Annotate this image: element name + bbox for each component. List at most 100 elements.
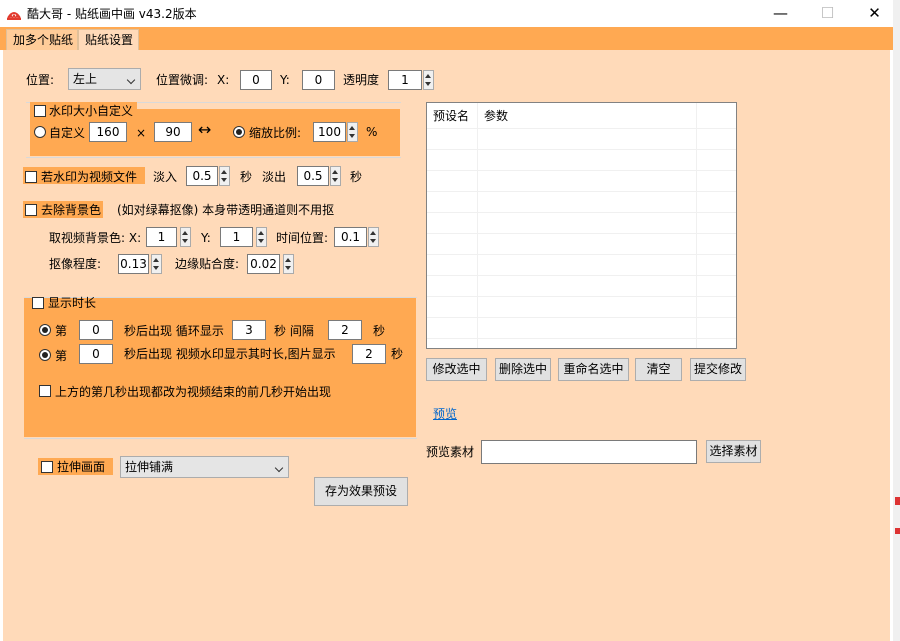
pick-y-input[interactable]: 1 — [220, 227, 253, 247]
fade-in-unit: 秒 — [240, 170, 253, 184]
fade-in-spinner[interactable] — [219, 166, 230, 186]
edge-fit-label: 边缘贴合度: — [175, 257, 240, 271]
pick-y-label: Y: — [201, 231, 211, 245]
maximize-button[interactable]: ☐ — [805, 0, 850, 27]
stretch-checkbox[interactable] — [41, 461, 53, 473]
times-sign: × — [136, 126, 147, 140]
key-degree-input[interactable]: 0.13 — [118, 254, 149, 274]
end-offset-label: 上方的第几秒出现都改为视频结束的前几秒开始出现 — [55, 385, 332, 399]
loop-interval-label: 秒 间隔 — [274, 324, 314, 338]
image-show-input[interactable]: 2 — [352, 344, 386, 364]
scale-input[interactable]: 100 — [313, 122, 346, 142]
edge-fit-input[interactable]: 0.02 — [247, 254, 280, 274]
chevron-down-icon — [126, 75, 136, 85]
time-position-spinner[interactable] — [368, 227, 379, 247]
preview-material-input[interactable] — [481, 440, 697, 464]
choose-material-button[interactable]: 选择素材 — [706, 440, 761, 463]
media-text: 秒后出现 视频水印显示其时长,图片显示 — [124, 347, 336, 361]
edge-fit-spinner[interactable] — [283, 254, 294, 274]
group-divider — [24, 438, 417, 439]
duration-checkbox[interactable] — [32, 297, 44, 309]
loop-text: 秒后出现 循环显示 — [124, 324, 224, 338]
offset-y-input[interactable]: 0 — [302, 70, 335, 90]
preset-table[interactable]: 预设名 参数 — [426, 102, 737, 349]
opacity-spinner[interactable] — [423, 70, 434, 90]
fine-tune-label: 位置微调: — [156, 73, 209, 87]
height-input[interactable]: 90 — [154, 122, 192, 142]
fade-in-label: 淡入 — [153, 170, 178, 184]
remove-bg-note: (如对绿幕抠像) 本身带透明通道则不用抠 — [117, 203, 335, 217]
close-button[interactable]: ✕ — [852, 0, 897, 27]
tab-add-stickers[interactable]: 加多个贴纸 — [6, 29, 78, 50]
fade-out-input[interactable]: 0.5 — [297, 166, 329, 186]
background-window-edge — [895, 497, 900, 505]
submit-changes-button[interactable]: 提交修改 — [690, 358, 746, 381]
percent-label: % — [366, 125, 378, 139]
row-divider — [427, 317, 736, 318]
fade-in-input[interactable]: 0.5 — [186, 166, 218, 186]
delete-selected-button[interactable]: 删除选中 — [495, 358, 551, 381]
watermark-size-label: 水印大小自定义 — [49, 104, 134, 118]
fade-out-unit: 秒 — [350, 170, 363, 184]
offset-x-input[interactable]: 0 — [240, 70, 272, 90]
stretch-mode-select[interactable]: 拉伸铺满 — [120, 456, 289, 478]
loop-di-label: 第 — [55, 324, 68, 338]
clear-button[interactable]: 清空 — [635, 358, 682, 381]
key-degree-spinner[interactable] — [151, 254, 162, 274]
loop-interval-input[interactable]: 2 — [328, 320, 362, 340]
opacity-label: 透明度 — [343, 73, 380, 87]
group-divider — [26, 157, 401, 158]
modify-selected-button[interactable]: 修改选中 — [426, 358, 487, 381]
row-divider — [427, 128, 736, 129]
scale-label: 缩放比例: — [249, 126, 302, 140]
end-offset-checkbox[interactable] — [39, 385, 51, 397]
media-start-input[interactable]: 0 — [79, 344, 113, 364]
custom-size-radio[interactable] — [34, 126, 46, 138]
duration-label: 显示时长 — [48, 296, 97, 310]
width-input[interactable]: 160 — [89, 122, 127, 142]
remove-bg-label: 去除背景色 — [41, 203, 102, 217]
pick-y-spinner[interactable] — [256, 227, 267, 247]
link-arrows-icon[interactable]: ↔ — [198, 122, 211, 138]
column-header-params[interactable]: 参数 — [484, 109, 508, 123]
fade-out-spinner[interactable] — [330, 166, 341, 186]
media-length-radio[interactable] — [39, 349, 51, 361]
rename-selected-button[interactable]: 重命名选中 — [558, 358, 629, 381]
loop-interval-unit: 秒 — [373, 324, 386, 338]
row-divider — [427, 212, 736, 213]
minimize-button[interactable]: — — [758, 0, 803, 27]
position-label: 位置: — [26, 73, 55, 87]
save-preset-button[interactable]: 存为效果预设 — [314, 477, 408, 506]
preview-material-label: 预览素材 — [426, 445, 475, 459]
row-divider — [427, 170, 736, 171]
fade-out-label: 淡出 — [262, 170, 287, 184]
title-bar: 酷大哥 - 贴纸画中画 v43.2版本 — ☐ ✕ — [0, 0, 893, 27]
column-divider — [477, 103, 478, 348]
scale-radio[interactable] — [233, 126, 245, 138]
opacity-input[interactable]: 1 — [388, 70, 422, 90]
loop-display-radio[interactable] — [39, 324, 51, 336]
column-header-preset-name[interactable]: 预设名 — [433, 109, 469, 123]
video-watermark-checkbox[interactable] — [25, 171, 37, 183]
row-divider — [427, 149, 736, 150]
time-position-input[interactable]: 0.1 — [334, 227, 367, 247]
remove-bg-checkbox[interactable] — [25, 204, 37, 216]
position-select[interactable]: 左上 — [68, 68, 141, 90]
background-window-edge — [893, 0, 900, 641]
watermark-size-checkbox[interactable] — [34, 105, 46, 117]
position-select-value: 左上 — [73, 72, 98, 86]
offset-y-label: Y: — [280, 73, 290, 87]
row-divider — [427, 191, 736, 192]
loop-start-input[interactable]: 0 — [79, 320, 113, 340]
pick-x-input[interactable]: 1 — [146, 227, 177, 247]
app-logo-icon — [7, 12, 21, 20]
pick-x-spinner[interactable] — [180, 227, 191, 247]
preview-link[interactable]: 预览 — [433, 405, 457, 422]
scale-spinner[interactable] — [347, 122, 358, 142]
loop-show-input[interactable]: 3 — [232, 320, 266, 340]
tab-sticker-settings[interactable]: 贴纸设置 — [78, 29, 139, 50]
stretch-label: 拉伸画面 — [57, 460, 106, 474]
row-divider — [427, 254, 736, 255]
key-degree-label: 抠像程度: — [49, 257, 102, 271]
row-divider — [427, 296, 736, 297]
